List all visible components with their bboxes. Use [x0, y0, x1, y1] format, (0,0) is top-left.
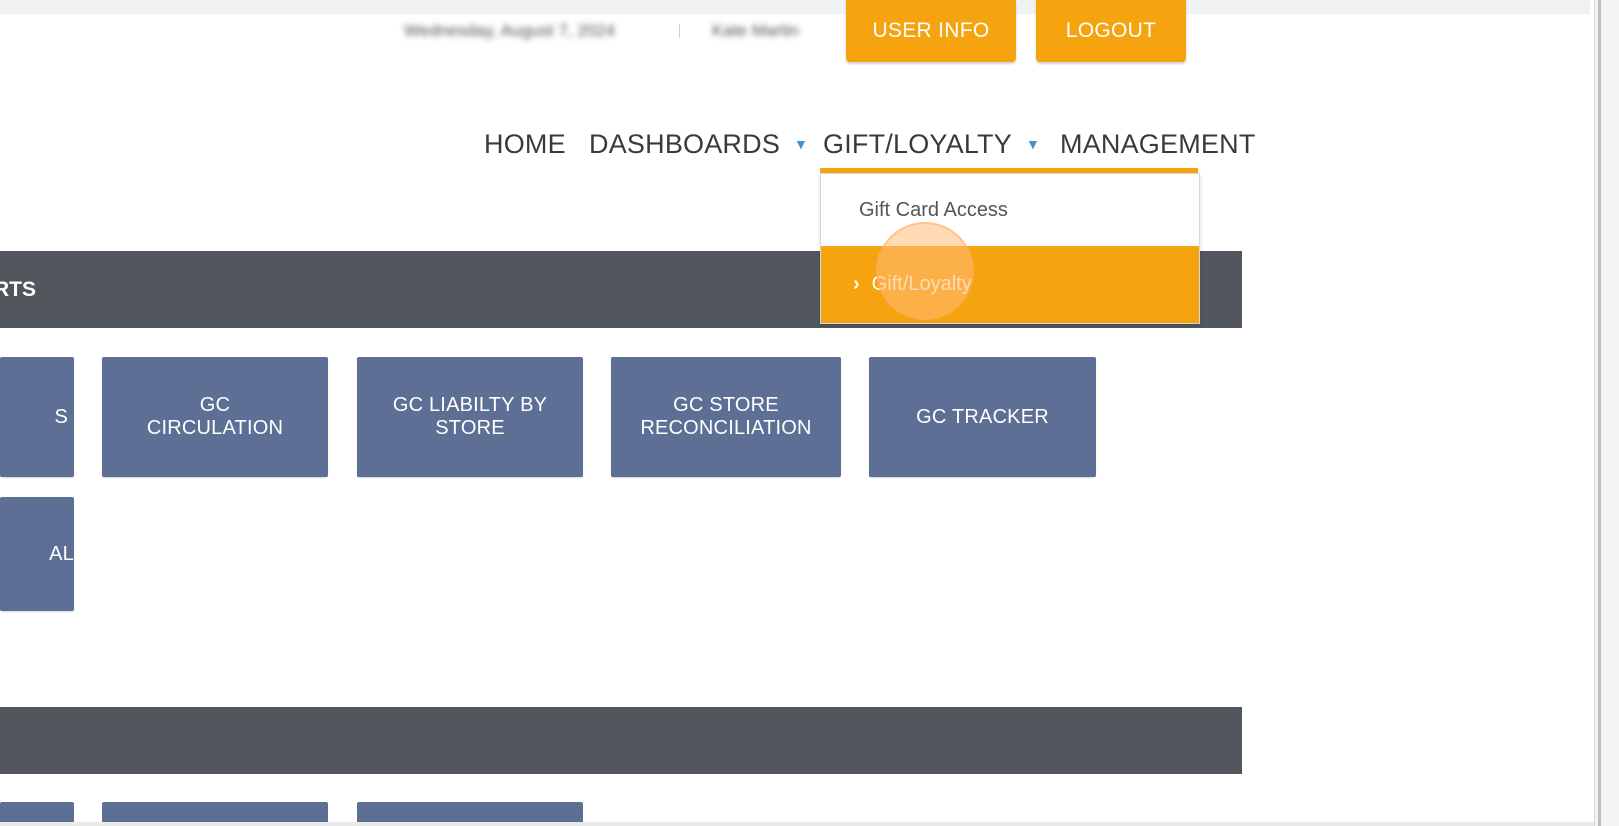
report-tile-partial-2[interactable]: MANUAL: [0, 497, 74, 611]
gift-loyalty-dropdown: Gift Card Access › Gift/Loyalty: [820, 173, 1200, 324]
tile-label: S: [54, 405, 68, 428]
logout-button[interactable]: LOGOUT: [1036, 0, 1186, 62]
report-tile-stub[interactable]: [102, 802, 328, 822]
tile-label-line2: RECONCILIATION: [640, 417, 812, 439]
section-bar-2: [0, 707, 1242, 774]
current-date: Wednesday, August 7, 2024: [404, 21, 616, 40]
section-title: REPORTS: [0, 251, 36, 328]
user-name: Kate Martin: [712, 21, 799, 40]
tile-label-line1: GC LIABILTY BY: [392, 394, 548, 416]
gc-liability-by-store-tile[interactable]: GC LIABILTY BY STORE: [357, 357, 583, 477]
user-info-button[interactable]: USER INFO: [846, 0, 1016, 62]
chevron-right-icon: ›: [853, 273, 860, 295]
nav-dashboards[interactable]: DASHBOARDS ▼: [589, 124, 808, 164]
dropdown-item-gift-card-access[interactable]: Gift Card Access: [821, 174, 1199, 246]
nav-gift-loyalty-label: GIFT/LOYALTY: [823, 129, 1012, 159]
top-strip: [0, 0, 1590, 14]
scrollbar-thumb[interactable]: [1598, 0, 1601, 826]
report-tile-partial[interactable]: S: [0, 357, 74, 477]
gc-circulation-tile[interactable]: GC CIRCULATION: [102, 357, 328, 477]
tile-label: GC TRACKER: [916, 405, 1049, 428]
gc-store-reconciliation-tile[interactable]: GC STORE RECONCILIATION: [611, 357, 841, 477]
header-separator: [679, 24, 680, 38]
tile-label-line2: CIRCULATION: [146, 417, 284, 439]
tile-label-line2: STORE: [435, 417, 505, 439]
nav-home[interactable]: HOME: [484, 124, 566, 164]
report-tile-stub[interactable]: [357, 802, 583, 822]
nav-dashboards-label: DASHBOARDS: [589, 129, 781, 159]
dropdown-item-label: Gift/Loyalty: [871, 273, 972, 295]
tile-label-line1: GC: [199, 394, 231, 416]
chevron-down-icon: ▼: [794, 135, 809, 152]
dropdown-item-gift-loyalty[interactable]: › Gift/Loyalty: [821, 246, 1199, 323]
tile-label-line1: GC STORE: [673, 394, 779, 416]
section-title-text: REPORTS: [0, 278, 36, 301]
report-tile-stub[interactable]: [0, 802, 74, 822]
nav-gift-loyalty[interactable]: GIFT/LOYALTY ▼: [823, 124, 1040, 164]
bottom-edge: [0, 822, 1594, 826]
nav-management[interactable]: MANAGEMENT: [1060, 124, 1256, 164]
gc-tracker-tile[interactable]: GC TRACKER: [869, 357, 1096, 477]
tile-label: MANUAL: [48, 542, 74, 565]
chevron-down-icon: ▼: [1025, 135, 1040, 152]
